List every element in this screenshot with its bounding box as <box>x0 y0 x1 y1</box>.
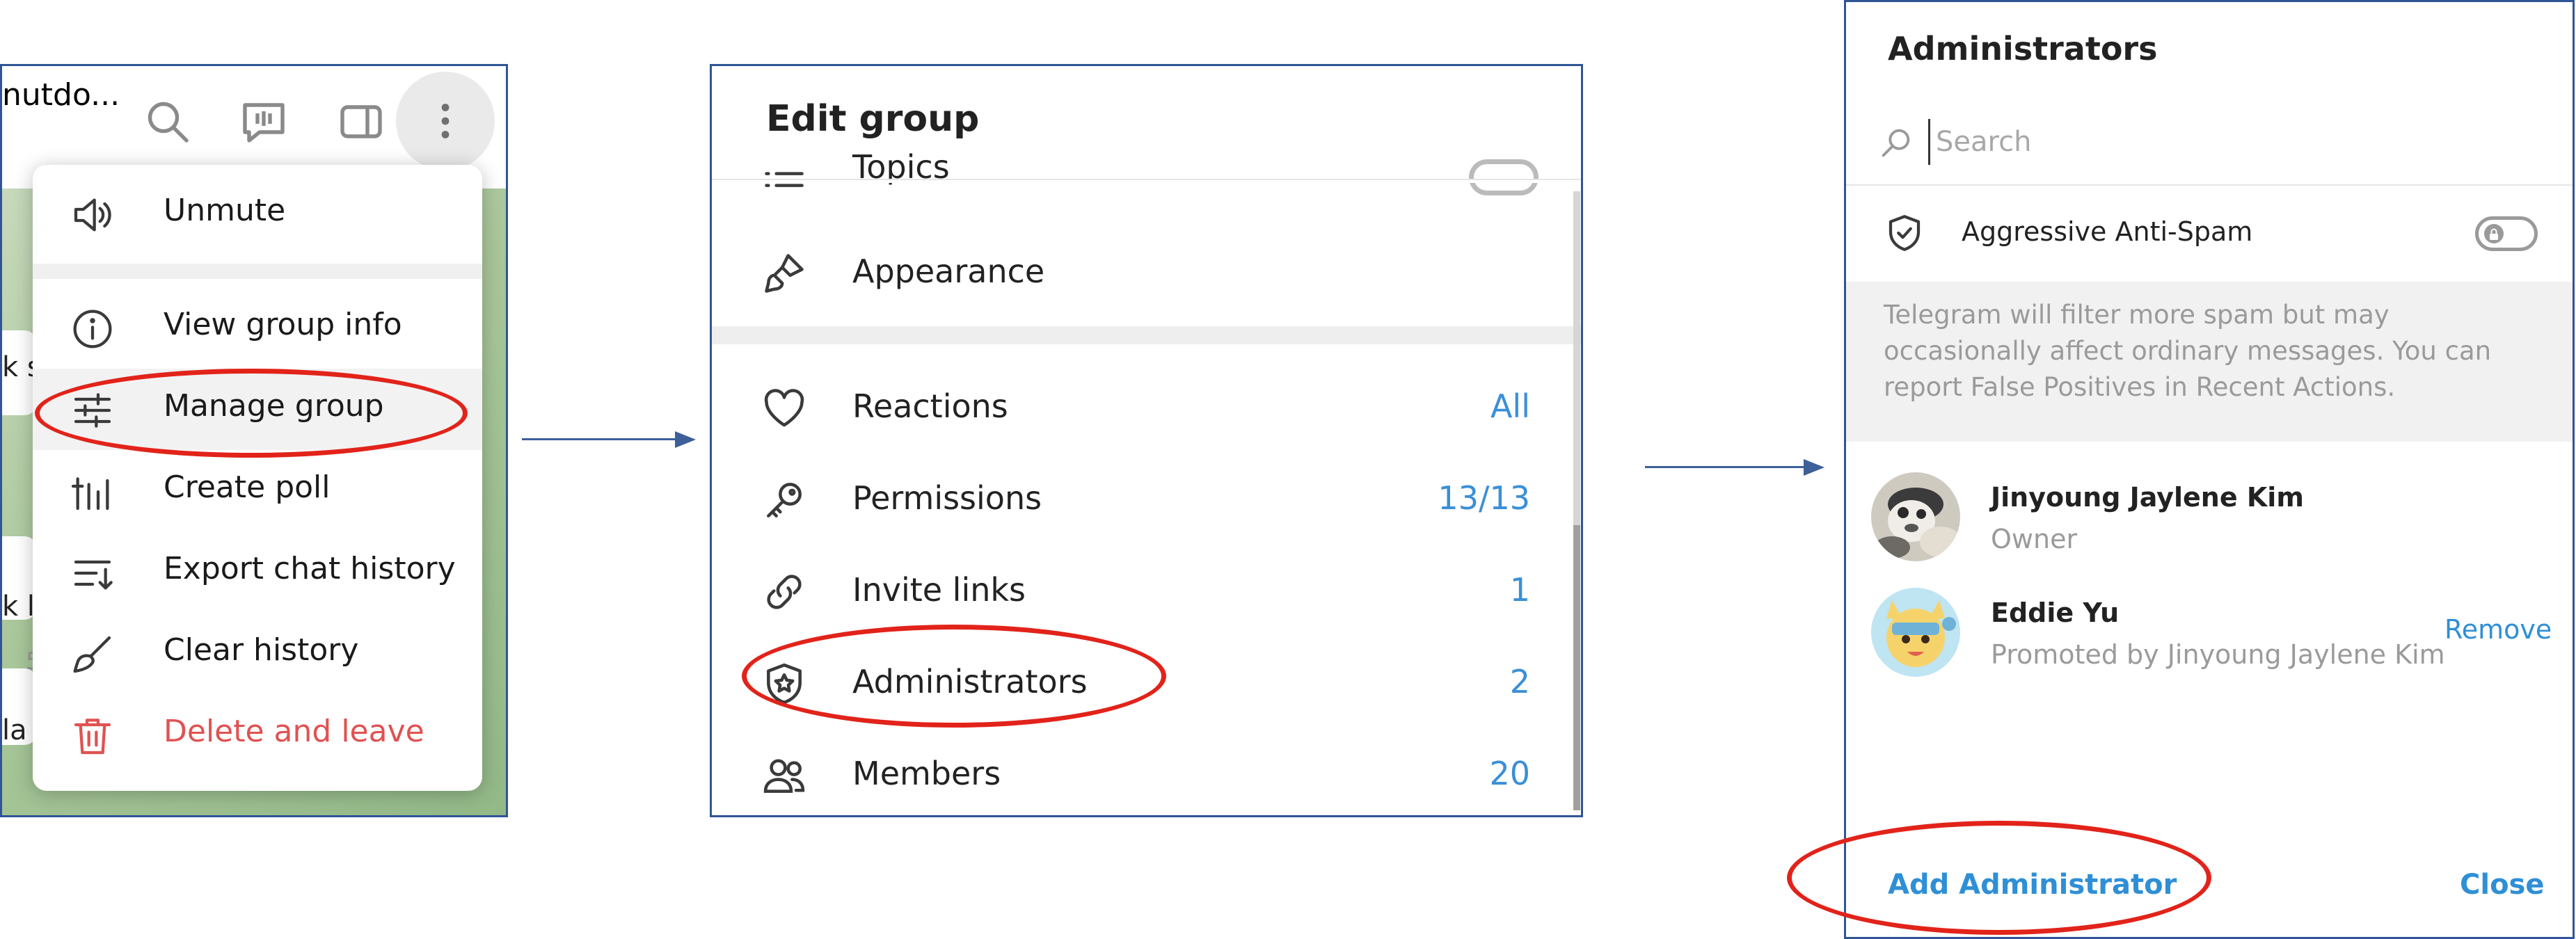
anti-spam-label: Aggressive Anti-Spam <box>1962 216 2253 247</box>
chat-context-menu: Unmute View group info Manage group Crea… <box>33 165 482 791</box>
menu-item-label: Delete and leave <box>164 714 424 749</box>
settings-row-label: Invite links <box>852 571 1026 609</box>
menu-item-label: Create poll <box>164 470 331 505</box>
speaker-icon <box>70 193 115 237</box>
chat-text-fragment: la <box>2 714 27 746</box>
highlight-ring-administrators <box>742 625 1166 728</box>
settings-row-value: All <box>1490 387 1530 425</box>
settings-row-label: Permissions <box>852 479 1042 517</box>
info-icon <box>70 307 115 351</box>
settings-row-members[interactable]: Members 20 <box>712 728 1572 815</box>
shield-check-icon <box>1884 211 1925 255</box>
flow-arrow-head-icon <box>675 431 696 448</box>
header-divider <box>712 179 1581 180</box>
anti-spam-toggle[interactable] <box>2475 216 2538 251</box>
search-input[interactable] <box>1928 119 2550 165</box>
header-cover <box>712 180 1581 183</box>
administrators-dialog: Administrators Aggressive Anti-Spam Tele… <box>1844 0 2575 939</box>
settings-row-permissions[interactable]: Permissions 13/13 <box>712 453 1572 545</box>
admin-list-item[interactable]: Jinyoung Jaylene Kim Owner <box>1846 472 2573 577</box>
menu-item-label: Unmute <box>164 193 286 228</box>
remove-admin-button[interactable]: Remove <box>2444 614 2552 645</box>
scrollbar-thumb[interactable] <box>1573 525 1580 810</box>
settings-row-value: 20 <box>1489 755 1530 792</box>
settings-row-value: 2 <box>1509 663 1530 700</box>
search-divider <box>1846 184 2573 186</box>
menu-item-create-poll[interactable]: Create poll <box>33 450 482 531</box>
brush-icon <box>761 250 808 297</box>
settings-row-label: Members <box>852 755 1001 792</box>
trash-icon <box>70 714 115 758</box>
search-icon[interactable] <box>143 97 193 147</box>
menu-separator <box>33 264 482 279</box>
settings-row-reactions[interactable]: Reactions All <box>712 361 1572 453</box>
more-options-button[interactable] <box>396 72 495 170</box>
lock-icon <box>2490 228 2498 240</box>
video-chat-icon[interactable] <box>239 97 289 147</box>
settings-row-appearance[interactable]: Appearance <box>712 226 1572 318</box>
chat-title[interactable]: nutdo... <box>2 77 120 113</box>
flow-arrow-head-icon <box>1804 459 1824 476</box>
anti-spam-note: Telegram will filter more spam but may o… <box>1884 300 2492 402</box>
heart-icon <box>761 385 808 432</box>
highlight-ring-add-administrator <box>1787 821 2211 935</box>
menu-item-export-chat-history[interactable]: Export chat history <box>33 531 482 613</box>
menu-item-label: Clear history <box>164 632 359 668</box>
settings-row-invite-links[interactable]: Invite links 1 <box>712 545 1572 636</box>
menu-item-label: View group info <box>164 307 402 342</box>
settings-row-label: Appearance <box>852 252 1045 290</box>
menu-item-clear-history[interactable]: Clear history <box>33 613 482 694</box>
dialog-title: Administrators <box>1888 30 2158 67</box>
export-icon <box>70 551 115 595</box>
menu-item-delete-and-leave[interactable]: Delete and leave <box>33 694 482 776</box>
highlight-ring-manage-group <box>35 369 468 458</box>
menu-item-unmute[interactable]: Unmute <box>33 173 482 255</box>
flow-arrow-line <box>1645 466 1812 468</box>
flow-arrow-line <box>522 438 683 440</box>
menu-item-label: Export chat history <box>164 551 456 586</box>
avatar <box>1871 588 1960 677</box>
more-vertical-icon <box>441 104 450 138</box>
sidebar-toggle-icon[interactable] <box>336 97 386 147</box>
poll-icon <box>70 470 115 514</box>
member-name: Eddie Yu <box>1991 597 2120 628</box>
member-name: Jinyoung Jaylene Kim <box>1991 482 2304 513</box>
settings-row-label: Reactions <box>852 387 1008 425</box>
members-icon <box>761 752 808 799</box>
topics-toggle[interactable] <box>1469 159 1539 195</box>
close-button[interactable]: Close <box>2460 869 2544 901</box>
key-icon <box>761 476 808 524</box>
settings-row-value: 13/13 <box>1438 479 1530 517</box>
menu-item-view-group-info[interactable]: View group info <box>33 287 482 369</box>
avatar <box>1871 472 1960 561</box>
section-separator <box>712 326 1581 344</box>
member-role: Promoted by Jinyoung Jaylene Kim <box>1991 639 2445 670</box>
search-icon <box>1878 125 1914 161</box>
settings-row-value: 1 <box>1509 571 1530 609</box>
page-title: Edit group <box>766 98 980 140</box>
member-role: Owner <box>1991 524 2078 554</box>
link-icon <box>761 568 808 616</box>
broom-icon <box>70 632 115 677</box>
